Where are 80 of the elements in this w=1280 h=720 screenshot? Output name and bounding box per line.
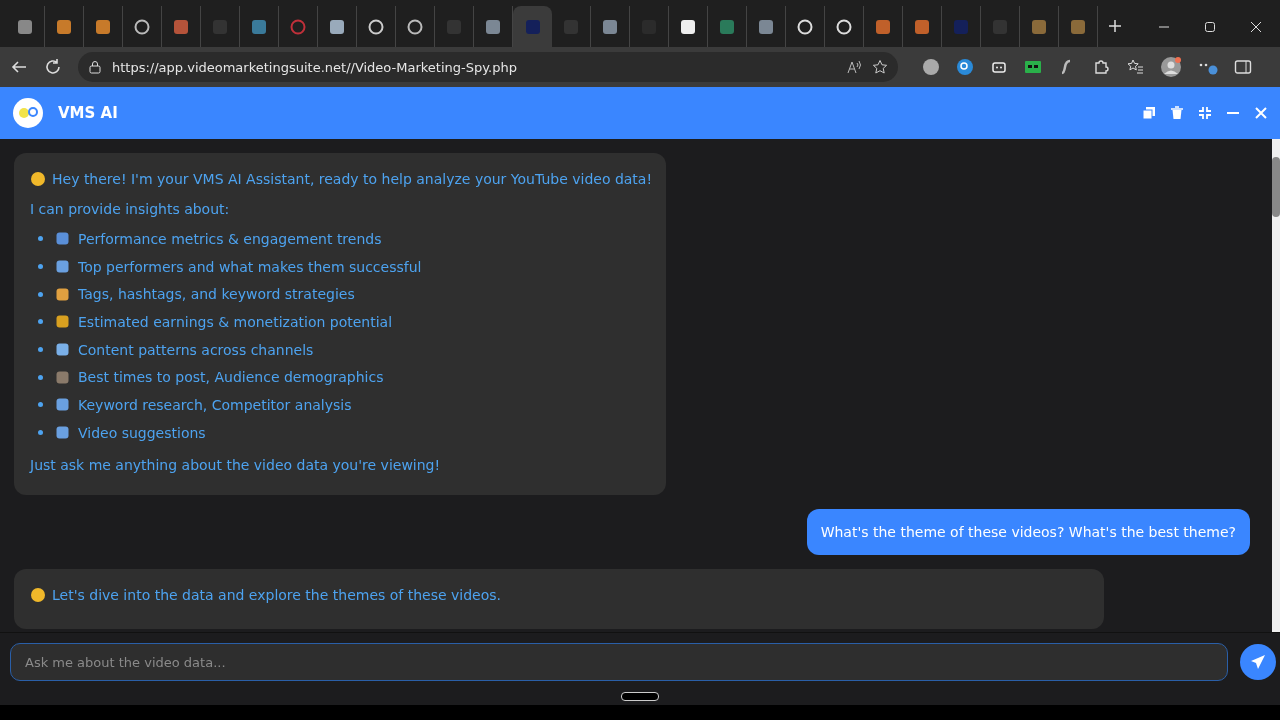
emoji-icon — [55, 286, 70, 302]
resize-handle[interactable] — [621, 692, 659, 701]
favicon-icon — [602, 18, 618, 35]
emoji-icon — [55, 342, 70, 358]
list-item-text: Tags, hashtags, and keyword strategies — [78, 285, 355, 305]
message-text: Hey there! I'm your VMS AI Assistant, ready to help analyze your YouTube video data! — [52, 170, 653, 189]
favicon-icon — [524, 18, 541, 35]
favicon-icon — [1070, 18, 1086, 35]
scrollbar[interactable] — [1272, 139, 1280, 632]
favicon-icon — [134, 18, 150, 35]
favicon-icon — [758, 18, 774, 35]
favicon-icon — [290, 18, 306, 35]
trash-icon[interactable] — [1170, 106, 1184, 120]
favicon-icon — [173, 18, 189, 35]
sidebar-icon[interactable] — [1234, 58, 1252, 76]
read-aloud-icon[interactable] — [846, 59, 862, 75]
favicon-icon — [953, 18, 969, 35]
extension-icon[interactable] — [956, 58, 974, 76]
collapse-icon[interactable] — [1198, 106, 1212, 120]
favicon-icon — [251, 18, 267, 35]
emoji-icon — [55, 369, 70, 385]
favicon-icon — [329, 18, 345, 35]
emoji-icon — [55, 259, 70, 275]
copy-icon[interactable] — [1142, 106, 1156, 120]
list-item-text: Video suggestions — [78, 423, 206, 443]
list-item-text: Best times to post, Audience demographics — [78, 368, 384, 388]
send-button[interactable] — [1240, 644, 1276, 680]
bullet-icon — [38, 319, 43, 325]
favicon-icon — [1031, 18, 1047, 35]
favicon-icon — [17, 18, 33, 35]
emoji-icon — [55, 397, 70, 413]
message-text: Let's dive into the data and explore the themes of these videos. — [52, 585, 501, 605]
close-icon[interactable] — [1250, 21, 1262, 33]
extension-icon[interactable] — [1024, 58, 1042, 76]
emoji-icon — [55, 314, 70, 330]
message-text: I can provide insights about: — [30, 200, 231, 219]
bullet-icon — [38, 347, 43, 353]
emoji-icon — [55, 231, 70, 247]
list-item-text: Top performers and what makes them successful — [78, 257, 422, 277]
list-item-text: Performance metrics & engagement trends — [78, 229, 382, 249]
chat-title: VMS AI — [58, 104, 118, 122]
favicon-icon — [875, 18, 891, 35]
bullet-icon — [38, 402, 43, 408]
logo-icon — [12, 97, 44, 129]
reload-icon[interactable] — [44, 58, 62, 76]
extension-icon[interactable] — [922, 58, 940, 76]
emoji-icon — [55, 425, 70, 441]
favicon-icon — [680, 18, 696, 35]
bullet-icon — [38, 264, 43, 270]
message-text: Just ask me anything about the video data you're viewing! — [30, 455, 442, 475]
favicon-icon — [56, 18, 72, 35]
profile-avatar-icon[interactable] — [1160, 56, 1182, 78]
restore-icon[interactable] — [1204, 21, 1216, 33]
favicon-icon — [485, 18, 501, 35]
url-text: https://app.videomarketingsuite.net//Video-Marketing-Spy.php — [112, 59, 517, 75]
puzzle-icon[interactable] — [1092, 58, 1110, 76]
star-icon[interactable] — [872, 59, 888, 75]
bullet-icon — [38, 236, 43, 242]
message-input[interactable]: Ask me about the video data... — [10, 643, 1228, 681]
favicon-icon — [719, 18, 735, 35]
bullet-icon — [38, 430, 43, 436]
user-message: What's the theme of these videos? What's the best theme? — [806, 508, 1250, 555]
list-item-text: Content patterns across channels — [78, 340, 314, 360]
bullet-icon — [38, 291, 43, 297]
favicon-icon — [836, 18, 852, 35]
list-item-text: Keyword research, Competitor analysis — [78, 395, 352, 415]
send-icon — [1250, 654, 1266, 670]
new-tab-icon[interactable] — [1108, 19, 1122, 33]
list-item-text: Estimated earnings & monetization potential — [78, 312, 393, 332]
address-bar[interactable]: https://app.videomarketingsuite.net//Video-Marketing-Spy.php — [78, 52, 898, 82]
favicon-icon — [368, 18, 384, 35]
favicon-icon — [407, 18, 423, 35]
favorites-icon[interactable] — [1126, 58, 1144, 76]
favicon-icon — [95, 18, 111, 35]
emoji-icon — [30, 171, 46, 187]
emoji-icon — [30, 586, 46, 603]
favicon-icon — [914, 18, 930, 35]
bullet-icon — [38, 374, 43, 380]
lock-icon — [88, 60, 102, 74]
favicon-icon — [797, 18, 813, 35]
